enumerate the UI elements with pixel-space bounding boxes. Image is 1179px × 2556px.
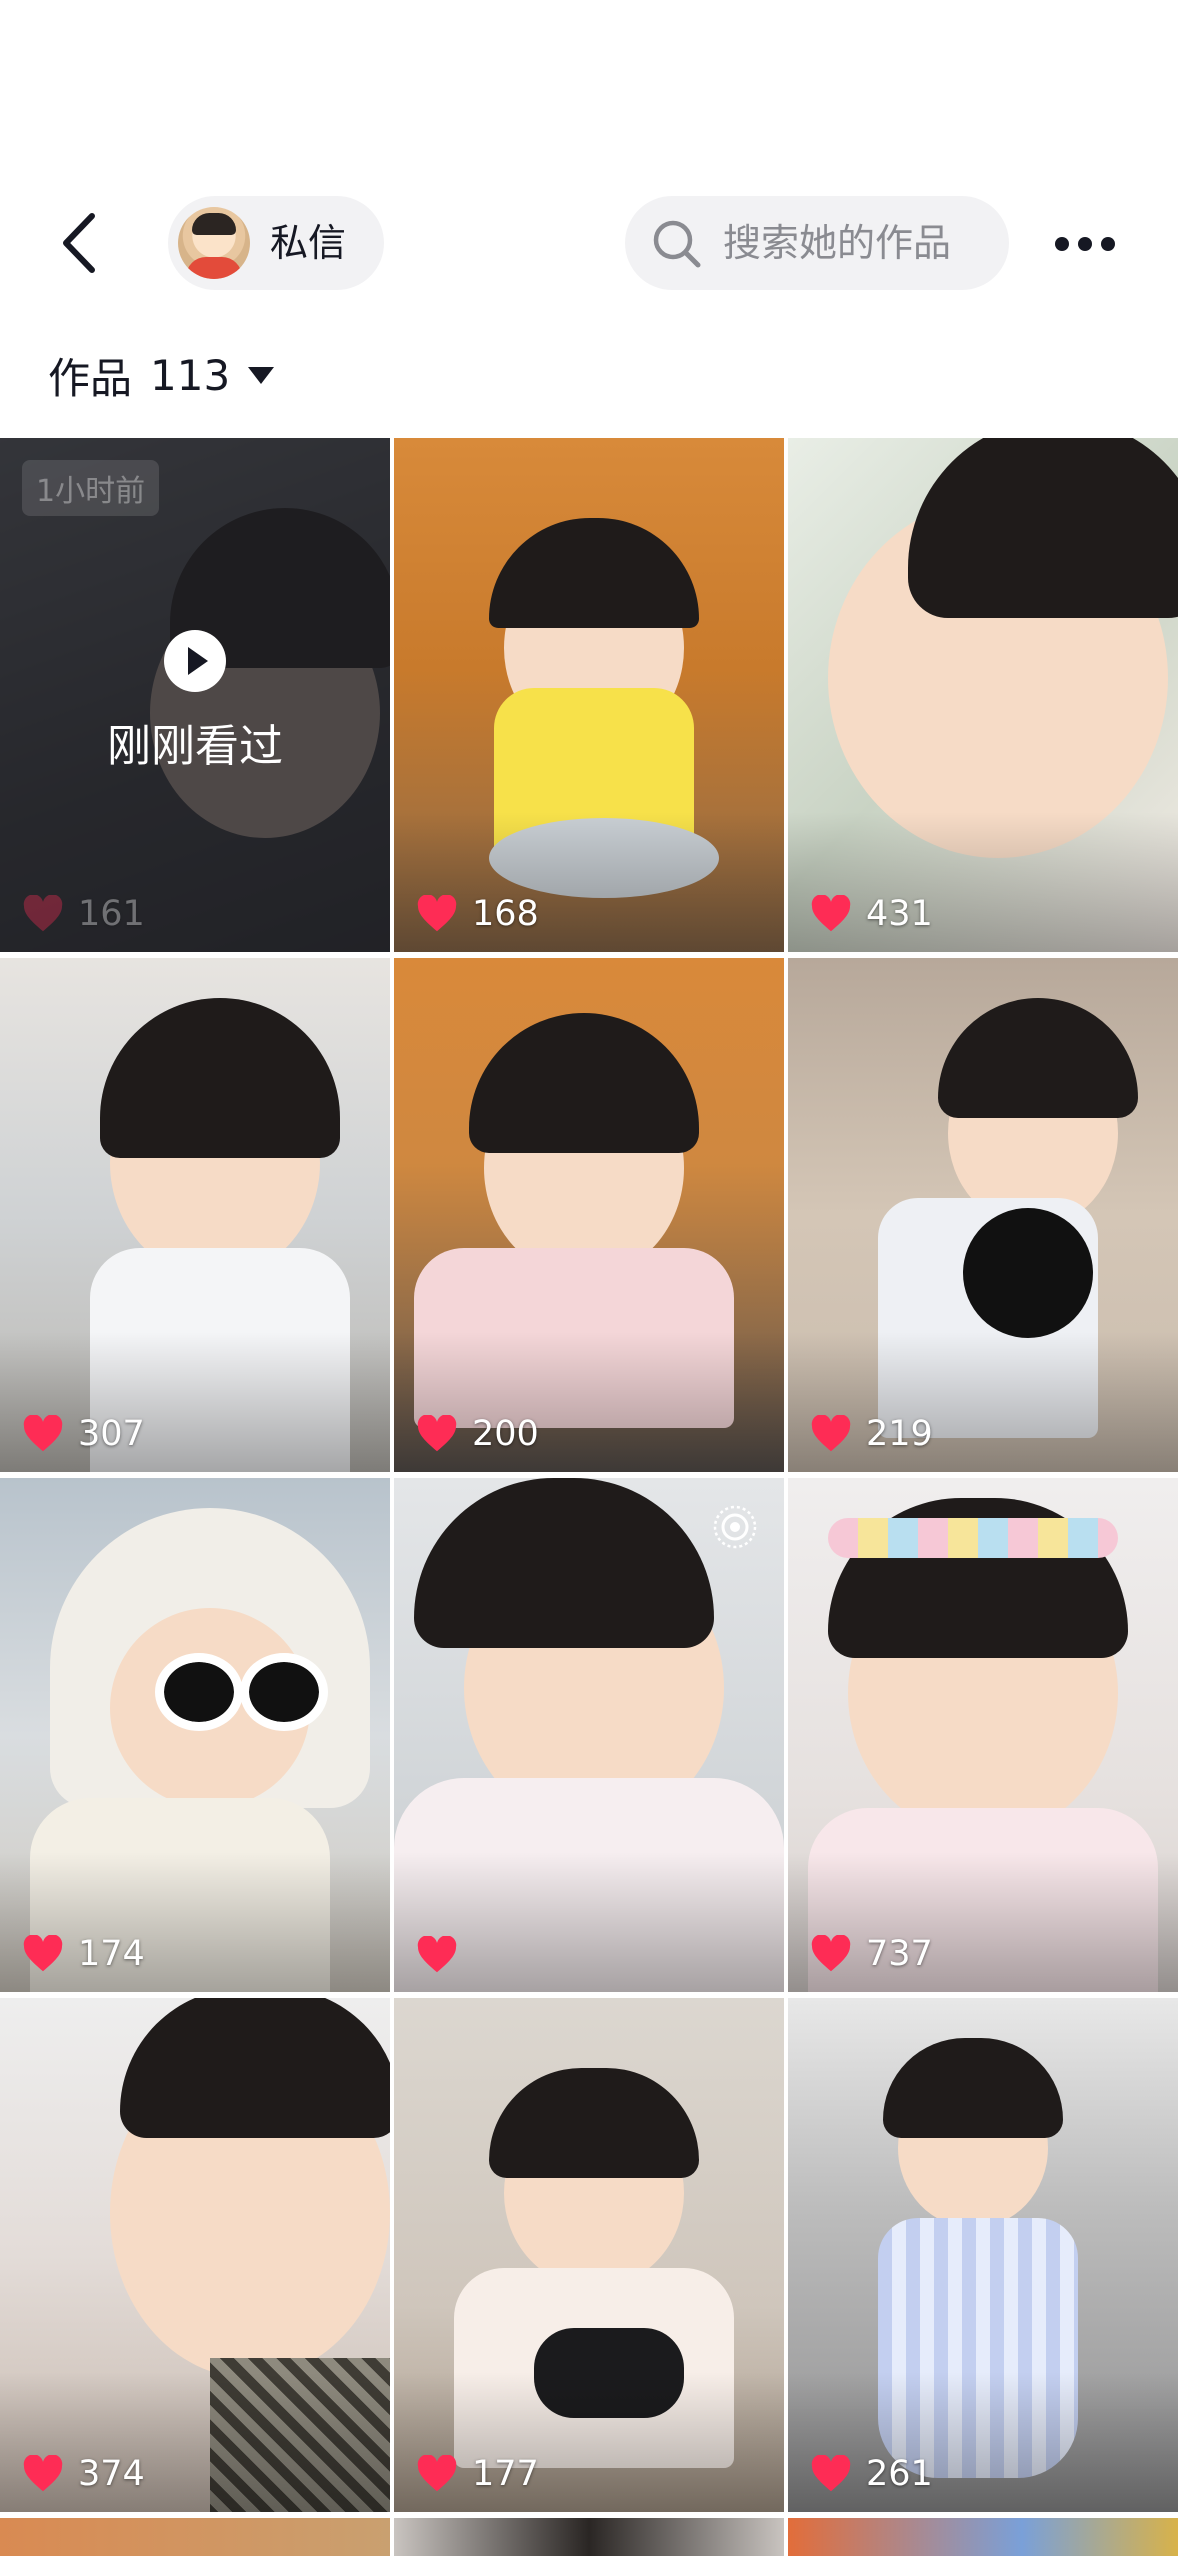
video-tile[interactable] bbox=[788, 2518, 1178, 2556]
heart-icon bbox=[417, 895, 457, 932]
video-tile[interactable] bbox=[0, 2518, 390, 2556]
recently-watched-label: 刚刚看过 bbox=[107, 721, 283, 772]
avatar bbox=[178, 207, 250, 279]
search-icon bbox=[653, 220, 701, 268]
play-icon bbox=[164, 630, 226, 692]
caret-down-icon bbox=[248, 366, 275, 384]
heart-icon bbox=[811, 2455, 851, 2492]
video-tile[interactable]: 737 bbox=[788, 1478, 1178, 1992]
works-label: 作品 bbox=[48, 353, 133, 403]
video-tile[interactable]: 200 bbox=[394, 958, 784, 1472]
message-label: 私信 bbox=[270, 221, 347, 265]
like-count: 177 bbox=[416, 2454, 539, 2494]
like-count: 737 bbox=[810, 1934, 933, 1974]
video-tile[interactable] bbox=[394, 1478, 784, 1992]
video-tile[interactable]: 374 bbox=[0, 1998, 390, 2512]
top-bar: 私信 搜索她的作品 bbox=[0, 0, 1179, 330]
heart-icon bbox=[811, 1935, 851, 1972]
heart-icon bbox=[23, 895, 63, 932]
video-tile[interactable] bbox=[394, 2518, 784, 2556]
video-tile[interactable]: 1小时前 刚刚看过 161 bbox=[0, 438, 390, 952]
like-count: 168 bbox=[416, 894, 539, 934]
like-count: 161 bbox=[22, 894, 145, 934]
like-count: 174 bbox=[22, 1934, 145, 1974]
video-tile[interactable]: 174 bbox=[0, 1478, 390, 1992]
video-tile[interactable]: 431 bbox=[788, 438, 1178, 952]
back-arrow-icon[interactable] bbox=[48, 208, 118, 278]
time-badge: 1小时前 bbox=[22, 460, 160, 516]
more-icon[interactable] bbox=[1050, 222, 1120, 266]
heart-icon bbox=[417, 1936, 457, 1973]
like-count: 374 bbox=[22, 2454, 145, 2494]
like-count: 261 bbox=[810, 2454, 933, 2494]
heart-icon bbox=[417, 1415, 457, 1452]
video-tile[interactable]: 261 bbox=[788, 1998, 1178, 2512]
like-count: 200 bbox=[416, 1414, 539, 1454]
like-count: 219 bbox=[810, 1414, 933, 1454]
live-photo-icon bbox=[713, 1505, 757, 1549]
search-placeholder: 搜索她的作品 bbox=[723, 221, 952, 265]
works-filter[interactable]: 作品 113 bbox=[48, 345, 275, 405]
like-count bbox=[416, 1936, 472, 1974]
search-works-field[interactable]: 搜索她的作品 bbox=[625, 196, 1009, 290]
works-count: 113 bbox=[150, 350, 231, 400]
heart-icon bbox=[811, 895, 851, 932]
heart-icon bbox=[417, 2455, 457, 2492]
like-count: 307 bbox=[22, 1414, 145, 1454]
heart-icon bbox=[23, 1415, 63, 1452]
like-count: 431 bbox=[810, 894, 933, 934]
message-button[interactable]: 私信 bbox=[168, 196, 384, 290]
video-tile[interactable]: 177 bbox=[394, 1998, 784, 2512]
video-tile[interactable]: 219 bbox=[788, 958, 1178, 1472]
heart-icon bbox=[811, 1415, 851, 1452]
heart-icon bbox=[23, 1935, 63, 1972]
video-tile[interactable]: 307 bbox=[0, 958, 390, 1472]
heart-icon bbox=[23, 2455, 63, 2492]
video-tile[interactable]: 168 bbox=[394, 438, 784, 952]
